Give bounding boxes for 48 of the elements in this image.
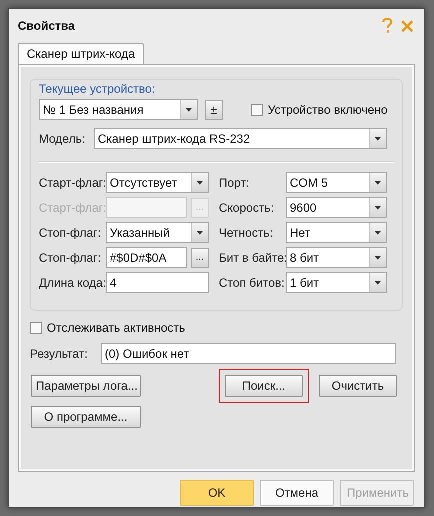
field-label: Бит в байте: bbox=[219, 250, 286, 264]
field-label: Стоп-флаг: bbox=[39, 226, 102, 240]
action-button[interactable]: Очистить bbox=[319, 375, 397, 397]
caret-icon[interactable] bbox=[369, 273, 386, 292]
caret-icon[interactable] bbox=[369, 173, 386, 192]
group-label: Текущее устройство: bbox=[39, 82, 156, 97]
field-label: Результат: bbox=[30, 346, 89, 360]
caret-icon[interactable] bbox=[180, 100, 197, 119]
browse-button[interactable]: ... bbox=[191, 248, 209, 268]
caret-icon[interactable] bbox=[191, 173, 208, 192]
dropdown[interactable]: Указанный bbox=[106, 222, 209, 243]
checkbox-label: Отслеживать активность bbox=[47, 321, 186, 335]
field-label: Скорость: bbox=[219, 200, 276, 214]
checkbox[interactable] bbox=[251, 104, 263, 116]
toggle-button[interactable]: ± bbox=[205, 100, 223, 120]
dropdown[interactable]: 1 бит bbox=[286, 272, 387, 293]
field-label: Порт: bbox=[219, 176, 251, 190]
dropdown[interactable]: Сканер штрих-кода RS-232 bbox=[94, 128, 387, 149]
caret-icon[interactable] bbox=[369, 248, 386, 267]
field-label: Стоп битов: bbox=[219, 276, 286, 290]
caret-icon[interactable] bbox=[369, 223, 386, 242]
dropdown[interactable]: 8 бит bbox=[286, 247, 387, 268]
action-button[interactable]: Поиск... bbox=[225, 375, 303, 397]
dialog-button[interactable]: OK bbox=[180, 480, 254, 506]
window-title: Свойства bbox=[18, 19, 76, 33]
input-field[interactable]: 4 bbox=[106, 272, 209, 293]
caret-icon[interactable] bbox=[369, 198, 386, 217]
dropdown[interactable]: Отсутствует bbox=[106, 172, 209, 193]
dropdown[interactable]: Нет bbox=[286, 222, 387, 243]
action-button[interactable]: О программе... bbox=[31, 406, 141, 428]
checkbox-label: Устройство включено bbox=[268, 102, 388, 116]
field-label: Старт-флаг: bbox=[39, 176, 106, 190]
checkbox[interactable] bbox=[30, 322, 42, 334]
field-label: Длина кода: bbox=[39, 276, 106, 290]
dropdown[interactable]: 9600 bbox=[286, 197, 387, 218]
input-field[interactable]: #$0D#$0A bbox=[106, 247, 187, 268]
tab[interactable]: Сканер штрих-кода bbox=[18, 43, 144, 64]
caret-icon[interactable] bbox=[191, 223, 208, 242]
caret-icon[interactable] bbox=[369, 129, 386, 148]
dialog-button[interactable]: Отмена bbox=[260, 480, 334, 506]
field-label: Стоп-флаг: bbox=[39, 250, 102, 264]
action-button[interactable]: Параметры лога... bbox=[31, 375, 141, 397]
field-label: Четность: bbox=[219, 226, 274, 240]
field-label: Старт-флаг: bbox=[39, 200, 106, 214]
dropdown[interactable]: № 1 Без названия bbox=[39, 99, 198, 120]
field-label: Модель: bbox=[39, 132, 86, 146]
dropdown[interactable]: COM 5 bbox=[286, 172, 387, 193]
result-field[interactable]: (0) Ошибок нет bbox=[101, 343, 396, 364]
